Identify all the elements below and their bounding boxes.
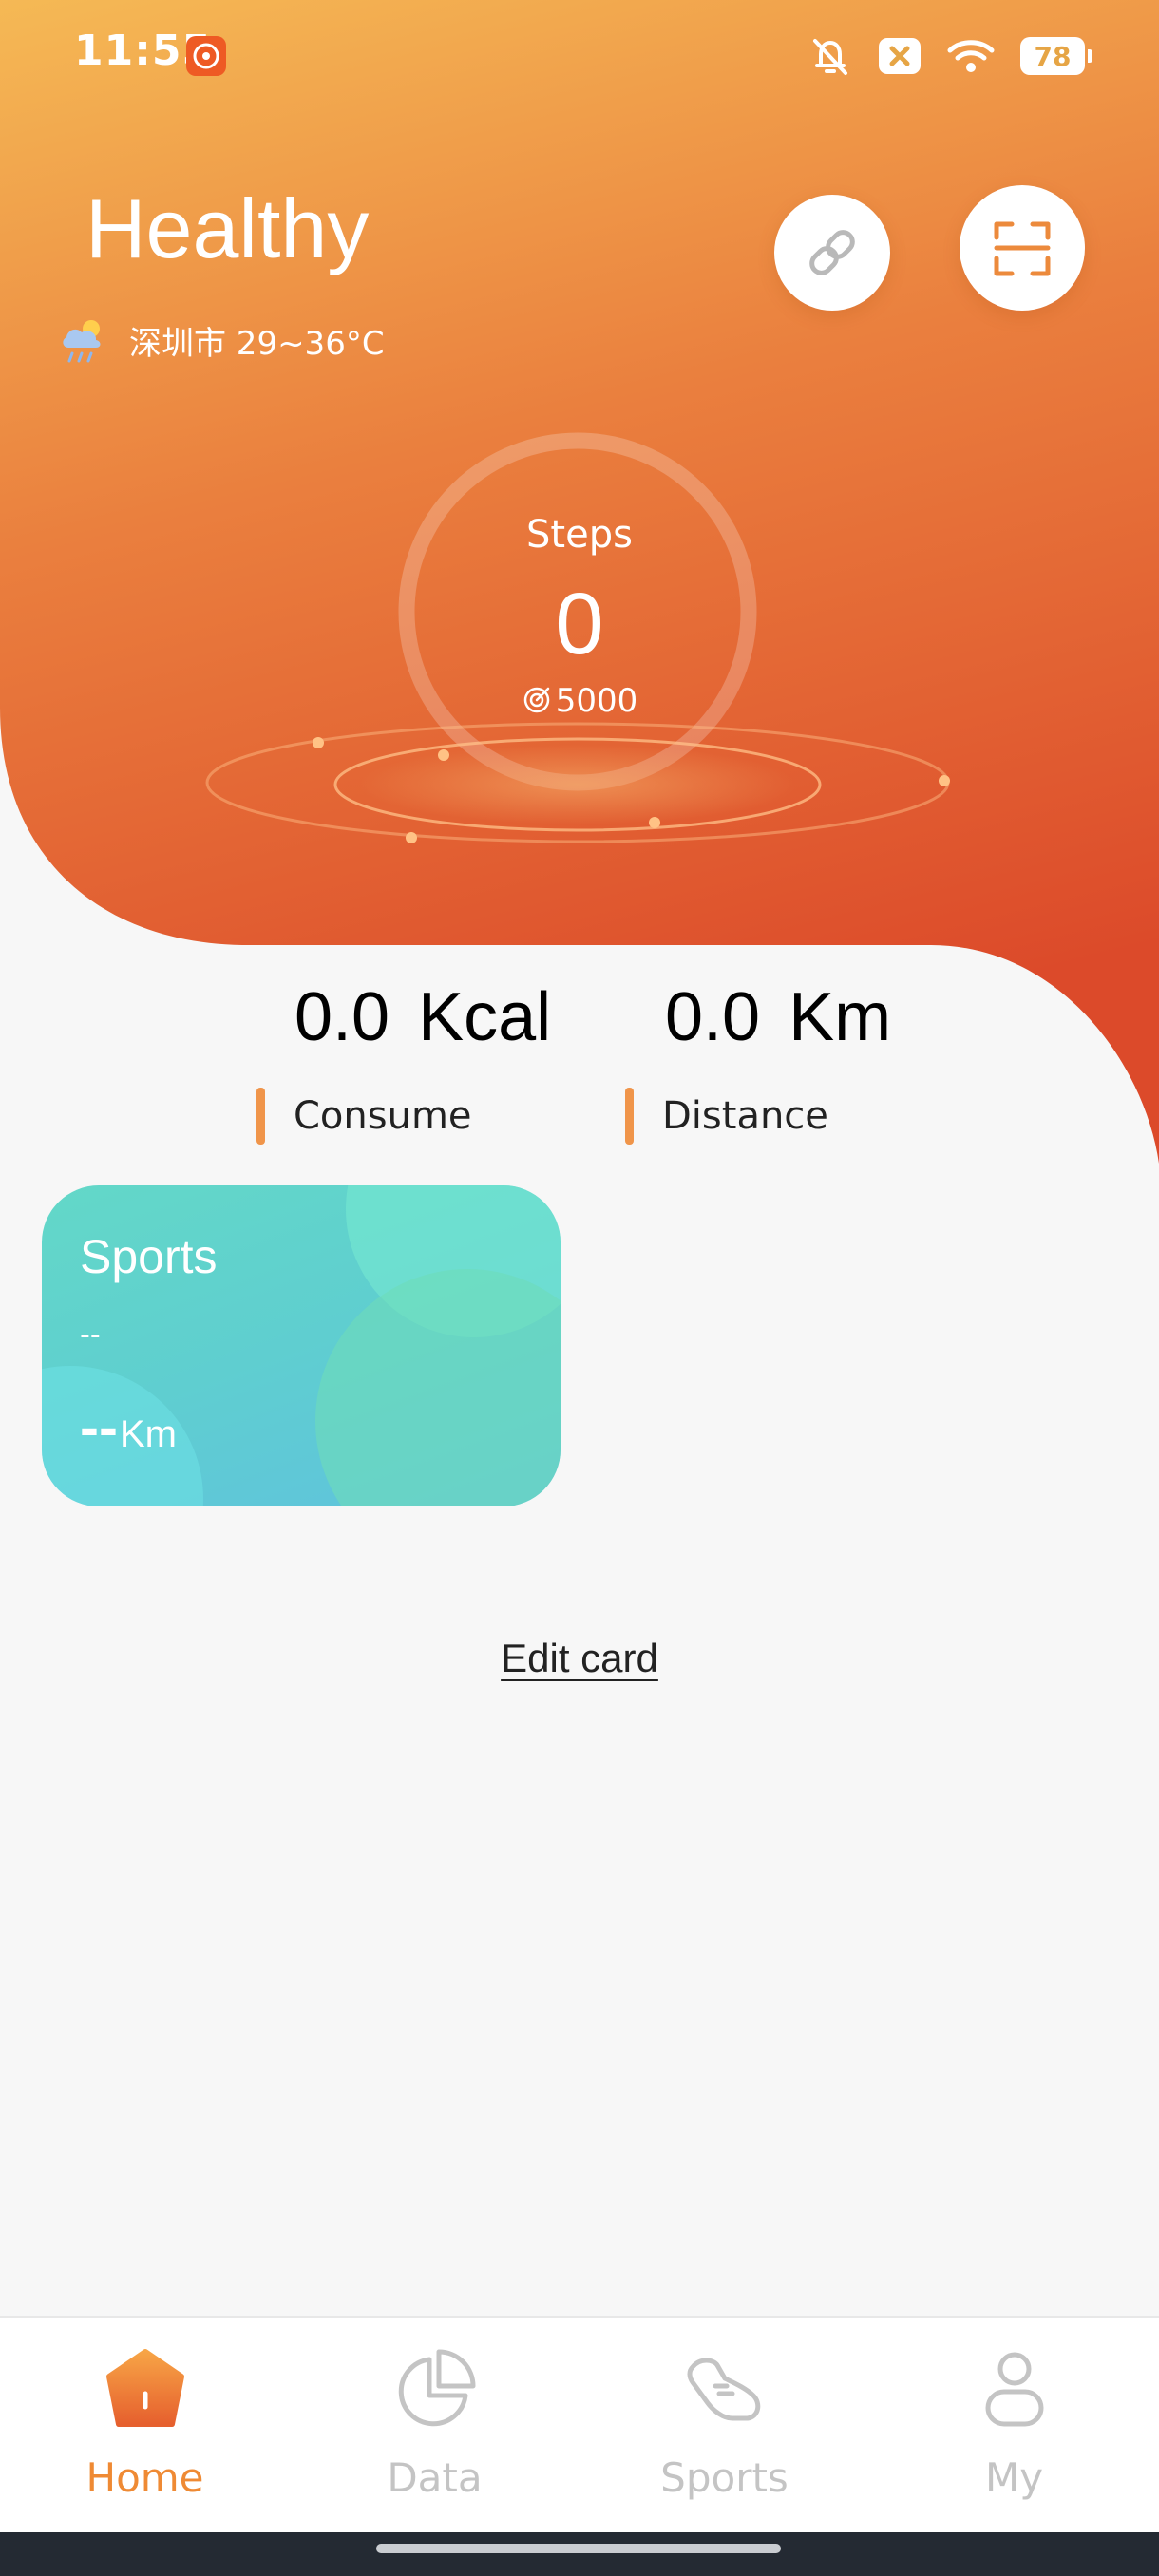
consume-unit: Kcal xyxy=(418,979,552,1055)
pie-chart-icon xyxy=(398,2349,475,2427)
steps-label: Steps xyxy=(526,513,633,557)
wifi-icon xyxy=(947,40,995,72)
sports-card-distance-value: -- xyxy=(80,1395,118,1459)
particle-dot xyxy=(406,832,417,843)
close-box-icon xyxy=(879,38,921,74)
scan-button[interactable] xyxy=(960,185,1085,311)
sports-card-title: Sports xyxy=(80,1230,218,1283)
home-indicator[interactable] xyxy=(376,2544,781,2553)
user-icon xyxy=(985,2352,1043,2427)
consume-accent-bar xyxy=(256,1088,265,1145)
consume-label: Consume xyxy=(294,1094,472,1138)
consume-stat: 0.0 Kcal xyxy=(294,978,551,1056)
scan-icon xyxy=(994,221,1051,276)
app-screen: 11:55 78 Healthy 深圳市 29~36°C Steps 0 500… xyxy=(0,0,1159,2576)
home-icon xyxy=(105,2349,184,2427)
nav-label-data: Data xyxy=(387,2454,483,2501)
particle-dot xyxy=(649,817,660,828)
steps-value: 0 xyxy=(555,576,604,672)
system-gesture-bar xyxy=(0,2532,1159,2576)
weather-text: 深圳市 29~36°C xyxy=(129,324,385,363)
sports-card-distance: --Km xyxy=(80,1394,177,1460)
particle-dot xyxy=(939,775,950,786)
weather-info: 深圳市 29~36°C xyxy=(57,313,385,367)
platform-glow xyxy=(359,745,796,824)
rain-cloud-icon xyxy=(63,320,101,363)
nav-label-sports: Sports xyxy=(660,2454,788,2501)
app-notification-icon xyxy=(186,36,226,76)
distance-accent-bar xyxy=(625,1088,634,1145)
sports-card-distance-unit: Km xyxy=(119,1413,177,1455)
card-decoration xyxy=(315,1269,560,1506)
nav-item-sports[interactable]: Sports xyxy=(580,2318,869,2534)
link-device-button[interactable] xyxy=(774,195,890,311)
edit-card-label: Edit card xyxy=(501,1636,658,1680)
target-icon xyxy=(523,687,549,713)
particle-dot xyxy=(438,749,449,761)
distance-value: 0.0 xyxy=(665,979,761,1055)
nav-item-home[interactable]: Home xyxy=(0,2318,290,2534)
steps-goal: 5000 xyxy=(0,682,1159,720)
status-bar: 11:55 78 xyxy=(0,0,1159,114)
nav-item-my[interactable]: My xyxy=(869,2318,1159,2534)
sports-card[interactable]: Sports -- --Km xyxy=(42,1185,560,1506)
consume-value: 0.0 xyxy=(294,979,390,1055)
battery-icon: 78 xyxy=(1020,37,1092,75)
distance-unit: Km xyxy=(788,979,892,1055)
edit-card-link[interactable]: Edit card xyxy=(0,1636,1159,1681)
bottom-navigation: Home Data Sports My xyxy=(0,2316,1159,2534)
consume-label-row: Consume xyxy=(256,1088,472,1145)
particle-dot xyxy=(313,737,324,748)
nav-item-data[interactable]: Data xyxy=(290,2318,580,2534)
distance-stat: 0.0 Km xyxy=(665,978,891,1056)
link-icon xyxy=(809,230,855,275)
steps-goal-value: 5000 xyxy=(555,682,638,720)
sports-card-subtitle: -- xyxy=(80,1318,101,1352)
distance-label: Distance xyxy=(662,1094,828,1138)
distance-label-row: Distance xyxy=(625,1088,828,1145)
sneaker-icon xyxy=(687,2358,760,2421)
mute-bell-icon xyxy=(813,39,847,75)
status-icons: 78 xyxy=(808,32,1092,80)
page-title: Healthy xyxy=(86,181,370,275)
nav-label-home: Home xyxy=(86,2454,204,2501)
nav-label-my: My xyxy=(984,2454,1044,2501)
